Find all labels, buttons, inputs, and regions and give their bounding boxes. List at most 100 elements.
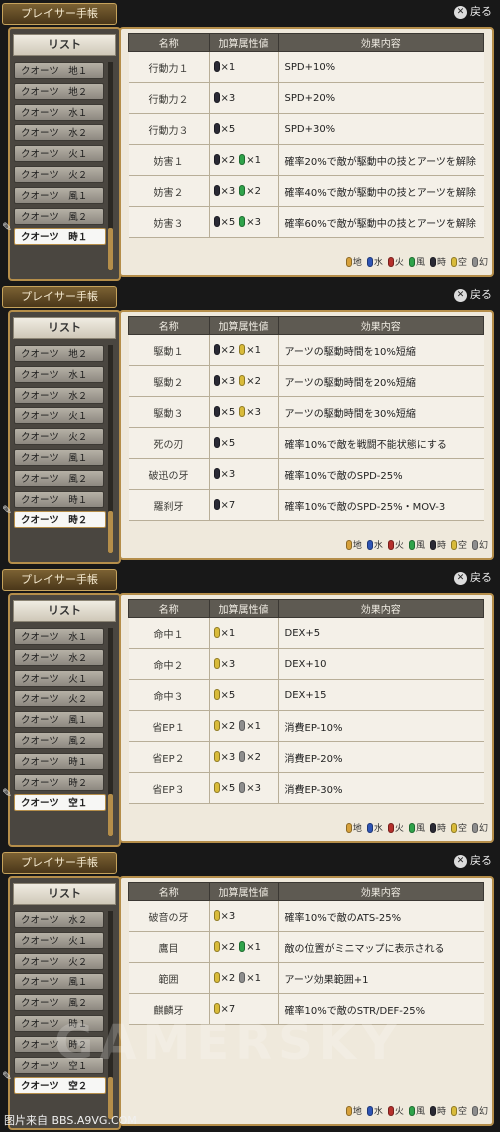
effect-text: アーツの駆動時間を10%短縮 xyxy=(278,334,484,366)
legend-item: 幻 xyxy=(471,257,488,268)
element-legend: 地水火風時空幻 xyxy=(341,1104,488,1117)
legend-label: 幻 xyxy=(478,541,488,551)
sepith-gem-icon xyxy=(239,406,246,417)
effect-text: 敵の位置がミニマップに表示される xyxy=(278,931,484,963)
sepith-gem-icon xyxy=(213,61,220,72)
legend-label: 水 xyxy=(373,824,383,834)
table-row: 駆動３ ×5 ×3 アーツの駆動時間を30%短縮 xyxy=(128,396,484,428)
list-item[interactable]: クオーツ 水１ xyxy=(14,365,104,383)
quill-pen-icon: ✎ xyxy=(2,503,13,518)
notebook-title: プレイサー手帳 xyxy=(2,852,117,874)
attribute-cost: ×5 ×3 xyxy=(209,772,279,804)
column-header: 効果内容 xyxy=(277,33,484,52)
list-item[interactable]: クオーツ 水１ xyxy=(14,628,104,645)
list-item[interactable]: クオーツ 時１ xyxy=(14,228,106,246)
cost-value: ×1 xyxy=(246,973,261,984)
back-button[interactable]: ✕ 戻る xyxy=(454,287,492,303)
element-legend: 地水火風時空幻 xyxy=(341,821,488,834)
cost-value: ×5 xyxy=(220,407,236,418)
list-item[interactable]: クオーツ 風１ xyxy=(14,711,104,729)
list-item[interactable]: クオーツ 火２ xyxy=(14,428,104,446)
attribute-cost: ×1 xyxy=(209,617,279,649)
effect-text: 消費EP-30% xyxy=(278,772,484,804)
cost-value: ×2 xyxy=(220,721,236,732)
table-header-row: 名称 加算属性値 効果内容 xyxy=(128,882,484,901)
cost-value: ×2 xyxy=(246,752,261,763)
table-row: 命中３ ×5 DEX+15 xyxy=(128,679,484,711)
list-item[interactable]: クオーツ 火１ xyxy=(14,931,104,949)
back-button[interactable]: ✕ 戻る xyxy=(454,853,492,869)
legend-item: 時 xyxy=(429,257,446,268)
list-scrollbar[interactable] xyxy=(108,345,113,553)
list-item[interactable]: クオーツ 火２ xyxy=(14,690,104,708)
sepith-gem-icon xyxy=(239,720,246,731)
list-item[interactable]: クオーツ 時１ xyxy=(14,752,104,770)
list-item[interactable]: クオーツ 時１ xyxy=(14,490,104,508)
cost-value: ×1 xyxy=(246,721,261,732)
list-scrollbar[interactable] xyxy=(108,62,113,270)
scrollbar-thumb[interactable] xyxy=(108,511,113,553)
list-item[interactable]: クオーツ 火２ xyxy=(14,166,104,183)
sepith-gem-icon xyxy=(408,823,415,833)
cost-value: ×3 xyxy=(220,752,236,763)
list-header: リスト xyxy=(13,34,116,56)
sepith-gem-icon xyxy=(239,751,246,762)
scrollbar-thumb[interactable] xyxy=(108,794,113,836)
list-item[interactable]: クオーツ 空２ xyxy=(14,1077,106,1095)
list-item[interactable]: クオーツ 地２ xyxy=(14,345,104,362)
sepith-gem-icon xyxy=(408,257,415,267)
list-item[interactable]: クオーツ 風１ xyxy=(14,973,104,991)
list-item[interactable]: クオーツ 火２ xyxy=(14,952,104,970)
sepith-gem-icon xyxy=(239,344,246,355)
list-item[interactable]: クオーツ 火１ xyxy=(14,669,104,687)
table-row: 範囲 ×2 ×1 アーツ効果範囲+1 xyxy=(128,962,484,994)
list-item[interactable]: クオーツ 風２ xyxy=(14,207,104,225)
list-item[interactable]: クオーツ 水２ xyxy=(14,911,104,928)
legend-label: 風 xyxy=(415,541,425,551)
sepith-gem-icon xyxy=(239,782,246,793)
list-item[interactable]: クオーツ 地１ xyxy=(14,62,104,79)
table-row: 妨害３ ×5 ×3 確率60%で敵が駆動中の技とアーツを解除 xyxy=(128,206,484,238)
list-item[interactable]: クオーツ 風２ xyxy=(14,732,104,749)
effect-text: DEX+10 xyxy=(278,648,484,680)
legend-label: 空 xyxy=(457,541,467,551)
table-row: 羅刹牙 ×7 確率10%で敵のSPD-25%・MOV-3 xyxy=(128,489,484,521)
legend-item: 時 xyxy=(429,823,446,834)
list-item[interactable]: クオーツ 空１ xyxy=(14,794,106,812)
cost-value: ×2 xyxy=(220,942,236,953)
effect-text: 確率60%で敵が駆動中の技とアーツを解除 xyxy=(278,206,484,238)
effect-text: 消費EP-10% xyxy=(278,710,484,742)
back-label: 戻る xyxy=(470,571,492,584)
list-item[interactable]: クオーツ 時２ xyxy=(14,773,104,791)
legend-item: 火 xyxy=(387,1106,404,1117)
back-button[interactable]: ✕ 戻る xyxy=(454,570,492,586)
sepith-gem-icon xyxy=(345,540,352,550)
list-item[interactable]: クオーツ 風１ xyxy=(14,186,104,204)
sepith-gem-icon xyxy=(429,823,436,833)
sepith-gem-icon xyxy=(239,216,246,227)
back-label: 戻る xyxy=(470,288,492,301)
back-button[interactable]: ✕ 戻る xyxy=(454,4,492,20)
list-item[interactable]: クオーツ 火１ xyxy=(14,407,104,425)
list-item[interactable]: クオーツ 地２ xyxy=(14,82,104,100)
table-row: 行動力３ ×5 SPD+30% xyxy=(128,113,484,145)
sepith-gem-icon xyxy=(213,689,220,700)
list-item[interactable]: クオーツ 風２ xyxy=(14,994,104,1012)
quartz-name: 駆動２ xyxy=(128,365,210,397)
list-item[interactable]: クオーツ 水１ xyxy=(14,103,104,121)
list-item[interactable]: クオーツ 風２ xyxy=(14,469,104,487)
list-header: リスト xyxy=(13,600,116,622)
cost-value: ×1 xyxy=(220,62,236,73)
cost-value: ×5 xyxy=(220,124,236,135)
scrollbar-thumb[interactable] xyxy=(108,228,113,270)
list-item[interactable]: クオーツ 水２ xyxy=(14,386,104,404)
list-item[interactable]: クオーツ 水２ xyxy=(14,124,104,142)
sepith-gem-icon xyxy=(471,1106,478,1116)
list-item[interactable]: クオーツ 火１ xyxy=(14,145,104,163)
list-scrollbar[interactable] xyxy=(108,628,113,836)
legend-item: 水 xyxy=(366,1106,383,1117)
scrollbar-thumb[interactable] xyxy=(108,1077,113,1119)
list-item[interactable]: クオーツ 風１ xyxy=(14,449,104,466)
list-item[interactable]: クオーツ 水２ xyxy=(14,648,104,666)
list-item[interactable]: クオーツ 時２ xyxy=(14,511,106,529)
